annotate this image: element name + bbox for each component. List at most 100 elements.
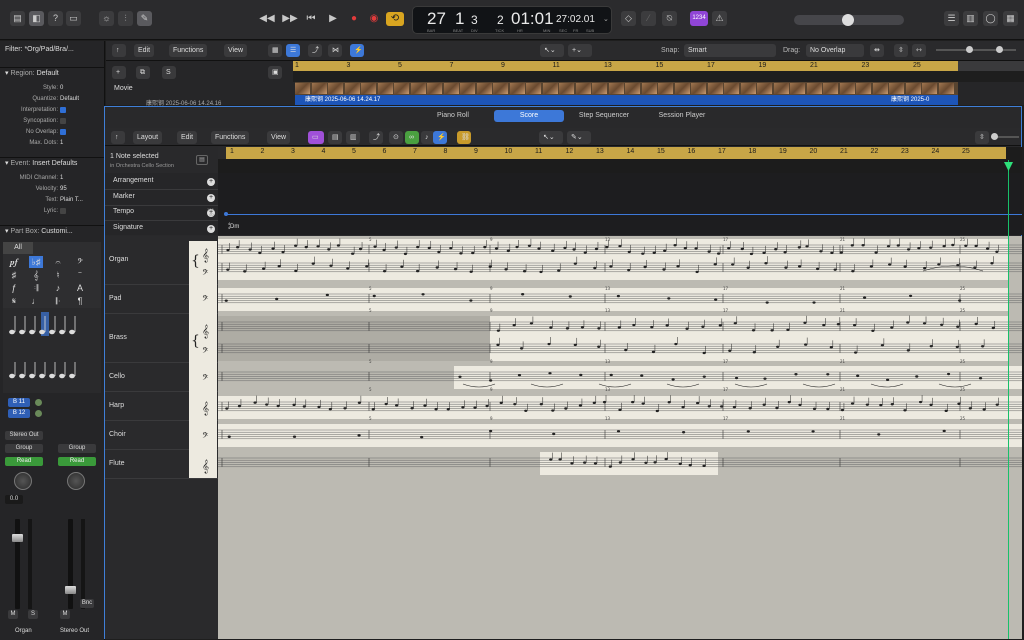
link-region-icon[interactable]: ⛓ <box>457 131 471 144</box>
warning-icon[interactable]: ⚠ <box>712 11 727 26</box>
pointer-tool[interactable]: ↖⌄ <box>539 131 563 144</box>
part-box-symbol[interactable]: 𝄻 <box>73 269 87 281</box>
slider-knob[interactable] <box>842 14 854 26</box>
event-header[interactable]: ▾ Event: Insert Defaults <box>0 157 105 168</box>
vertical-zoom-icon[interactable]: ⇳ <box>894 44 908 57</box>
track-name-cello[interactable]: Cello <box>109 373 125 380</box>
part-box-symbol[interactable]: 𝆏𝆑 <box>7 256 21 268</box>
output-button[interactable]: Stereo Out <box>5 431 43 440</box>
tempo-line[interactable] <box>226 214 1022 215</box>
playhead-line[interactable] <box>1008 160 1009 639</box>
score-edit-menu[interactable]: Edit <box>177 131 198 144</box>
group-button-2[interactable]: Group <box>58 444 96 453</box>
note-values-palette[interactable] <box>3 308 101 393</box>
vertical-zoom-icon[interactable]: ⇳ <box>975 131 989 144</box>
inspector-icon[interactable]: ◧ <box>29 11 44 26</box>
part-box-symbol[interactable]: ♩ <box>29 295 43 307</box>
add-icon[interactable]: + <box>207 193 215 202</box>
part-view-icon[interactable]: ▥ <box>346 131 360 144</box>
midi-in-icon[interactable]: ⚡ <box>433 131 447 144</box>
event-row-value[interactable]: 95 <box>60 185 67 194</box>
tempo-point[interactable] <box>224 212 228 216</box>
global-track-tempo[interactable]: Tempo <box>113 208 134 215</box>
duplicate-track-icon[interactable]: ⧉ <box>136 66 150 79</box>
volume-fader-2[interactable] <box>68 519 73 609</box>
cycle-icon[interactable]: ⟲ <box>386 12 404 26</box>
part-box-symbol[interactable]: 𝄆 <box>51 295 65 307</box>
score-notation[interactable]: 5 9 13 17 21 255 9 13 17 21 255 9 13 17 21 255 9 13 17 21 25… <box>218 236 1022 639</box>
linear-view-icon[interactable]: ▭ <box>308 131 324 144</box>
midi-in-icon[interactable]: ⚡ <box>350 44 364 57</box>
part-box-symbol[interactable]: 𝄇 <box>29 282 43 294</box>
solo-button-1[interactable]: S <box>28 610 38 619</box>
region-row[interactable]: Quantize: Default <box>0 95 105 104</box>
volume-fader-1[interactable] <box>15 519 20 609</box>
tab-score[interactable]: Score <box>494 110 564 122</box>
pencil-tool[interactable]: ✎⌄ <box>567 131 591 144</box>
track-name-pad[interactable]: Pad <box>109 295 121 302</box>
part-box-all[interactable]: All <box>3 242 33 254</box>
grid-view-icon[interactable]: ▦ <box>268 44 282 57</box>
part-box-symbol[interactable]: 𝄢 <box>73 256 87 268</box>
pan-knob-1[interactable] <box>14 472 32 490</box>
play-icon[interactable]: ▶ <box>326 12 340 26</box>
part-box-symbol[interactable]: ♯ <box>7 269 21 281</box>
event-row-value[interactable]: 1 <box>60 174 63 183</box>
send-knob-b11[interactable] <box>35 399 42 406</box>
back-icon[interactable]: ↑ <box>112 44 126 57</box>
part-box-symbol[interactable]: ♮ <box>51 269 65 281</box>
fader-cap-2[interactable] <box>65 586 76 594</box>
region-row-value[interactable]: 0 <box>60 84 63 93</box>
help-icon[interactable]: ? <box>48 11 63 26</box>
track-name-choir[interactable]: Choir <box>109 431 126 438</box>
browser-icon[interactable]: ▦ <box>1003 11 1018 26</box>
lcd-display[interactable]: 27 1 3 2 01:01 27:02.01 BAR BEAT DIV TIC… <box>412 6 612 34</box>
catch-playhead-icon[interactable]: ▣ <box>268 66 282 79</box>
send-b11[interactable]: B 11 <box>8 398 30 407</box>
region-row[interactable]: Interpretation: <box>0 106 105 115</box>
part-box-symbol[interactable]: 𝄋 <box>7 295 21 307</box>
global-track-signature[interactable]: Signature <box>113 224 143 231</box>
drag-select[interactable]: No Overlap <box>806 44 864 57</box>
region-row[interactable]: No Overlap: <box>0 128 105 137</box>
region-row[interactable]: Style: 0 <box>0 84 105 93</box>
link-icon[interactable]: ∞ <box>405 131 419 144</box>
key-signature[interactable]: Dm <box>230 224 239 230</box>
tuner-icon[interactable]: ◇ <box>621 11 636 26</box>
global-track-marker[interactable]: Marker <box>113 193 135 200</box>
score-view-menu[interactable]: View <box>267 131 291 144</box>
master-volume-slider[interactable] <box>794 14 904 26</box>
send-b12[interactable]: B 12 <box>8 409 30 418</box>
tab-step-sequencer[interactable]: Step Sequencer <box>564 110 644 122</box>
add-icon[interactable]: + <box>207 224 215 233</box>
send-knob-b12[interactable] <box>35 410 42 417</box>
solo-icon[interactable]: ⁄ <box>641 11 656 26</box>
part-box-header[interactable]: ▾ Part Box: Customi... <box>0 225 105 236</box>
movie-filmstrip[interactable] <box>295 82 958 95</box>
library-icon[interactable]: ▤ <box>10 11 25 26</box>
group-button-1[interactable]: Group <box>5 444 43 453</box>
smart-button[interactable]: S <box>162 66 176 79</box>
checkbox-icon[interactable] <box>60 129 66 135</box>
metronome-icon[interactable]: ⍉ <box>662 11 677 26</box>
waveform-zoom-icon[interactable]: ⇹ <box>870 44 884 57</box>
part-box-symbol[interactable]: ♭♯ <box>29 256 43 268</box>
part-box-symbol[interactable]: ¶ <box>73 295 87 307</box>
mute-button-1[interactable]: M <box>8 610 18 619</box>
functions-menu[interactable]: Functions <box>169 44 208 57</box>
tab-session-player[interactable]: Session Player <box>644 110 720 122</box>
checkbox-icon[interactable] <box>60 208 66 214</box>
part-box-symbol[interactable]: 𝄞 <box>29 269 43 281</box>
part-box-symbol[interactable]: ƒ <box>7 282 21 294</box>
score-area[interactable]: 5 9 13 17 21 25 5 9 13 17 21 25 5 9 13 17 21 25 5 9 13 17 21 25… <box>218 236 1022 639</box>
flex-icon[interactable]: ⤴ <box>308 44 322 57</box>
movie-region[interactable]: 康熙钢 2025-06-06 14.24.17 康熙钢 2025-0 <box>295 95 958 105</box>
flex-icon[interactable]: ⤴ <box>369 131 383 144</box>
fast-forward-icon[interactable]: ▶▶ <box>282 12 298 26</box>
region-row[interactable]: Syncopation: <box>0 117 105 126</box>
snap-select[interactable]: Smart <box>684 44 776 57</box>
mixer-icon[interactable]: ⫶ <box>118 11 133 26</box>
part-box-symbol[interactable]: ♪ <box>51 282 65 294</box>
catch-icon[interactable]: ▤ <box>196 155 208 165</box>
region-row-value[interactable]: 1 <box>60 139 63 148</box>
